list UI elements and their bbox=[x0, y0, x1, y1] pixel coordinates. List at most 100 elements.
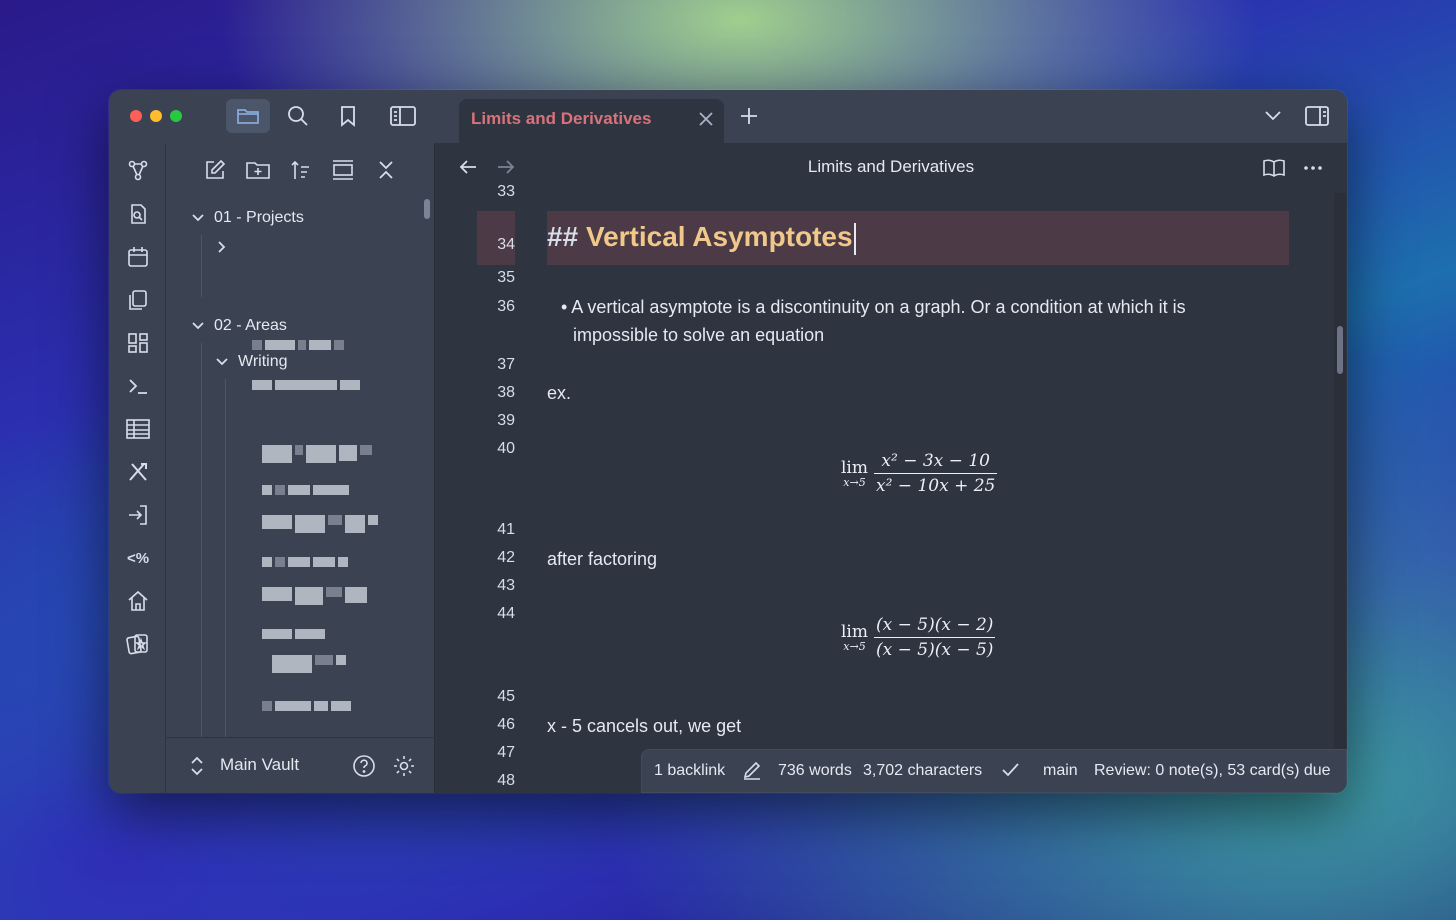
fraction: x² − 3x − 10 x² − 10x + 25 bbox=[874, 449, 998, 498]
denominator: (x − 5)(x − 5) bbox=[876, 640, 994, 660]
lim-subscript: x→5 bbox=[843, 475, 866, 489]
redacted-item[interactable] bbox=[262, 557, 348, 569]
right-sidebar-toggle-icon[interactable] bbox=[1305, 106, 1329, 131]
pencil-icon[interactable] bbox=[742, 760, 762, 785]
calendar-icon[interactable] bbox=[126, 245, 150, 269]
chevron-down-icon[interactable] bbox=[1264, 109, 1282, 127]
zoom-window-button[interactable] bbox=[170, 110, 182, 122]
copy-icon[interactable] bbox=[126, 288, 150, 312]
line-number: 34 bbox=[497, 236, 515, 253]
title-bar: Limits and Derivatives bbox=[109, 90, 1347, 143]
redacted-item[interactable] bbox=[252, 380, 360, 392]
folder-02-areas[interactable]: 02 - Areas bbox=[190, 317, 287, 335]
redacted-item[interactable] bbox=[262, 445, 372, 465]
git-branch[interactable]: main bbox=[1043, 762, 1078, 780]
heading-text: Vertical Asymptotes bbox=[585, 221, 853, 252]
character-count: 3,702 characters bbox=[863, 762, 983, 779]
redacted-item[interactable] bbox=[262, 515, 378, 535]
excalidraw-icon[interactable] bbox=[126, 460, 150, 484]
redacted-item[interactable] bbox=[262, 485, 349, 497]
editor-pane: Limits and Derivatives 33 34 35 36 37 38… bbox=[435, 143, 1347, 793]
heading-marker: ## bbox=[547, 221, 586, 252]
tab-limits-and-derivatives[interactable]: Limits and Derivatives bbox=[459, 99, 724, 143]
heading-vertical-asymptotes[interactable]: ## Vertical Asymptotes bbox=[547, 217, 856, 257]
folder-label: 02 - Areas bbox=[214, 317, 287, 334]
redacted-item[interactable] bbox=[262, 629, 325, 641]
numerator: x² − 3x − 10 bbox=[881, 451, 990, 471]
math-block-2[interactable]: lim x→5 (x − 5)(x − 2) (x − 5)(x − 5) bbox=[841, 613, 996, 662]
collapse-all-icon[interactable] bbox=[373, 157, 399, 183]
line-number: 43 bbox=[497, 577, 515, 594]
status-bar: 1 backlink 736 words 3,702 characters ma… bbox=[641, 749, 1347, 793]
new-folder-icon[interactable] bbox=[245, 157, 271, 183]
minimize-window-button[interactable] bbox=[150, 110, 162, 122]
close-icon[interactable] bbox=[698, 111, 714, 132]
auto-reveal-icon[interactable] bbox=[330, 157, 356, 183]
search-file-icon[interactable] bbox=[126, 202, 150, 226]
flashcards-icon[interactable] bbox=[126, 632, 150, 656]
text-after-factoring[interactable]: after factoring bbox=[547, 545, 657, 573]
text-cancels-out[interactable]: x - 5 cancels out, we get bbox=[547, 712, 741, 740]
graph-view-icon[interactable] bbox=[126, 159, 150, 183]
text-caret bbox=[853, 222, 856, 255]
close-window-button[interactable] bbox=[130, 110, 142, 122]
folder-01-projects[interactable]: 01 - Projects bbox=[190, 209, 304, 227]
bullet-line-continued[interactable]: impossible to solve an equation bbox=[573, 321, 824, 349]
explorer-scrollbar[interactable] bbox=[424, 199, 430, 219]
ribbon: <% bbox=[109, 143, 166, 793]
home-icon[interactable] bbox=[126, 589, 150, 613]
files-icon[interactable] bbox=[226, 99, 270, 133]
table-icon[interactable] bbox=[126, 417, 150, 441]
line-number: 46 bbox=[497, 716, 515, 733]
new-note-icon[interactable] bbox=[202, 157, 228, 183]
lim-text: lim bbox=[841, 457, 868, 478]
fraction: (x − 5)(x − 2) (x − 5)(x − 5) bbox=[874, 613, 996, 662]
chevron-down-icon bbox=[192, 322, 204, 330]
line-number: 39 bbox=[497, 412, 515, 429]
vault-name[interactable]: Main Vault bbox=[220, 755, 299, 775]
terminal-icon[interactable] bbox=[126, 374, 150, 398]
log-in-icon[interactable] bbox=[126, 503, 150, 527]
line-number: 36 bbox=[497, 298, 515, 315]
folder-label: 01 - Projects bbox=[214, 209, 304, 226]
folder-writing[interactable]: Writing bbox=[214, 353, 288, 371]
check-icon[interactable] bbox=[1000, 760, 1020, 785]
more-options-icon[interactable] bbox=[1303, 158, 1323, 183]
left-sidebar-toggle-icon[interactable] bbox=[381, 99, 425, 133]
bullet-line[interactable]: • A vertical asymptote is a discontinuit… bbox=[561, 293, 1186, 321]
redacted-item[interactable] bbox=[252, 340, 344, 352]
math-block-1[interactable]: lim x→5 x² − 3x − 10 x² − 10x + 25 bbox=[841, 449, 998, 498]
limit-operator: lim x→5 bbox=[841, 459, 868, 489]
tab-title: Limits and Derivatives bbox=[471, 109, 652, 128]
help-icon[interactable] bbox=[352, 754, 376, 783]
redacted-item[interactable] bbox=[272, 655, 346, 677]
line-number: 40 bbox=[497, 440, 515, 457]
tree-guide bbox=[201, 235, 202, 297]
file-explorer: 01 - Projects 02 - Areas Writing Main Va… bbox=[166, 143, 435, 793]
sort-icon[interactable] bbox=[288, 157, 314, 183]
line-number: 35 bbox=[497, 269, 515, 286]
backlinks-count[interactable]: 1 backlink bbox=[654, 762, 725, 780]
plus-icon[interactable] bbox=[739, 106, 759, 131]
search-icon[interactable] bbox=[276, 99, 320, 133]
note-title[interactable]: Limits and Derivatives bbox=[435, 157, 1347, 177]
layout-grid-icon[interactable] bbox=[126, 331, 150, 355]
templater-icon[interactable]: <% bbox=[126, 546, 150, 570]
bookmarks-icon[interactable] bbox=[326, 99, 370, 133]
text-ex[interactable]: ex. bbox=[547, 379, 571, 407]
review-status[interactable]: Review: 0 note(s), 53 card(s) due bbox=[1094, 762, 1331, 780]
lim-subscript: x→5 bbox=[843, 639, 866, 653]
collapsed-subfolder[interactable] bbox=[214, 239, 238, 255]
line-number: 44 bbox=[497, 605, 515, 622]
redacted-item[interactable] bbox=[262, 587, 367, 607]
numerator: (x − 5)(x − 2) bbox=[876, 615, 994, 635]
chevron-down-icon bbox=[192, 214, 204, 222]
redacted-item[interactable] bbox=[262, 701, 351, 713]
editor-scrollbar[interactable] bbox=[1337, 326, 1343, 374]
book-open-icon[interactable] bbox=[1263, 158, 1285, 183]
line-number: 48 bbox=[497, 772, 515, 789]
line-number: 41 bbox=[497, 521, 515, 538]
line-number: 33 bbox=[497, 183, 515, 200]
vault-switcher-icon[interactable] bbox=[190, 756, 204, 781]
gear-icon[interactable] bbox=[392, 754, 416, 783]
